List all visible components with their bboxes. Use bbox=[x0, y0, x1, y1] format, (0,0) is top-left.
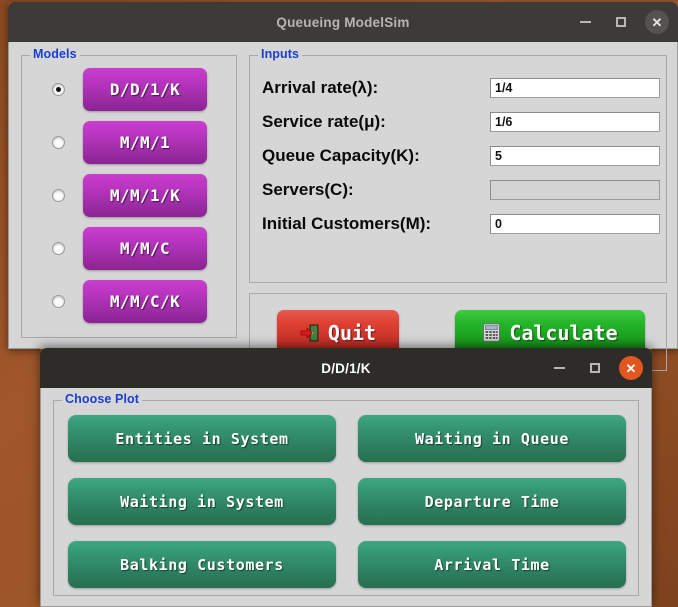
initial-customers-input[interactable] bbox=[490, 214, 660, 234]
main-window-controls: ✕ bbox=[573, 2, 669, 42]
calculator-icon bbox=[482, 323, 501, 342]
model-button-2[interactable]: M/M/1/K bbox=[83, 174, 207, 217]
service-rate-label: Service rate(μ): bbox=[262, 112, 490, 132]
plot-button-departure-time[interactable]: Departure Time bbox=[358, 478, 626, 525]
queue-capacity-label: Queue Capacity(K): bbox=[262, 146, 490, 166]
arrival-rate-label: Arrival rate(λ): bbox=[262, 78, 490, 98]
model-button-4[interactable]: M/M/C/K bbox=[83, 280, 207, 323]
plot-window: D/D/1/K ✕ Choose Plot Entities in System… bbox=[40, 348, 652, 607]
input-row-initial-customers: Initial Customers(M): bbox=[250, 207, 666, 240]
close-icon[interactable]: ✕ bbox=[619, 356, 643, 380]
desktop-background: Queueing ModelSim ✕ Models D/D/1/K M/M/1 bbox=[0, 0, 678, 607]
servers-label: Servers(C): bbox=[262, 180, 490, 200]
choose-plot-groupbox: Choose Plot Entities in System Waiting i… bbox=[53, 400, 639, 596]
input-row-service-rate: Service rate(μ): bbox=[250, 105, 666, 138]
model-row-mm1k: M/M/1/K bbox=[22, 173, 236, 217]
model-button-1[interactable]: M/M/1 bbox=[83, 121, 207, 164]
choose-plot-legend: Choose Plot bbox=[62, 392, 142, 406]
radio-model-1[interactable] bbox=[52, 136, 65, 149]
quit-label: Quit bbox=[328, 321, 376, 345]
model-row-mmck: M/M/C/K bbox=[22, 279, 236, 323]
model-row-ddk: D/D/1/K bbox=[22, 67, 236, 111]
model-button-0[interactable]: D/D/1/K bbox=[83, 68, 207, 111]
minimize-icon[interactable] bbox=[547, 356, 571, 380]
calculate-label: Calculate bbox=[509, 321, 617, 345]
radio-model-3[interactable] bbox=[52, 242, 65, 255]
input-row-servers: Servers(C): bbox=[250, 173, 666, 206]
queue-capacity-input[interactable] bbox=[490, 146, 660, 166]
service-rate-input[interactable] bbox=[490, 112, 660, 132]
arrival-rate-input[interactable] bbox=[490, 78, 660, 98]
model-button-3[interactable]: M/M/C bbox=[83, 227, 207, 270]
plot-button-waiting-in-queue[interactable]: Waiting in Queue bbox=[358, 415, 626, 462]
radio-model-2[interactable] bbox=[52, 189, 65, 202]
model-row-mm1: M/M/1 bbox=[22, 120, 236, 164]
radio-model-4[interactable] bbox=[52, 295, 65, 308]
plot-window-titlebar[interactable]: D/D/1/K ✕ bbox=[40, 348, 652, 388]
main-window-titlebar[interactable]: Queueing ModelSim ✕ bbox=[8, 2, 678, 42]
input-row-arrival-rate: Arrival rate(λ): bbox=[250, 71, 666, 104]
plot-button-balking-customers[interactable]: Balking Customers bbox=[68, 541, 336, 588]
main-window-title: Queueing ModelSim bbox=[276, 15, 409, 30]
plot-window-controls: ✕ bbox=[547, 348, 643, 388]
inputs-groupbox: Inputs Arrival rate(λ): Service rate(μ):… bbox=[249, 55, 667, 283]
input-row-queue-capacity: Queue Capacity(K): bbox=[250, 139, 666, 172]
models-group-legend: Models bbox=[30, 47, 80, 61]
maximize-icon[interactable] bbox=[609, 10, 633, 34]
radio-model-0[interactable] bbox=[52, 83, 65, 96]
maximize-icon[interactable] bbox=[583, 356, 607, 380]
inputs-group-legend: Inputs bbox=[258, 47, 302, 61]
close-icon[interactable]: ✕ bbox=[645, 10, 669, 34]
initial-customers-label: Initial Customers(M): bbox=[262, 214, 490, 234]
model-row-mmc: M/M/C bbox=[22, 226, 236, 270]
plot-button-entities-in-system[interactable]: Entities in System bbox=[68, 415, 336, 462]
minimize-icon[interactable] bbox=[573, 10, 597, 34]
main-window-body: Models D/D/1/K M/M/1 M/M/1/K M/M/C bbox=[8, 42, 678, 349]
plot-window-title: D/D/1/K bbox=[321, 361, 370, 376]
plot-button-arrival-time[interactable]: Arrival Time bbox=[358, 541, 626, 588]
models-groupbox: Models D/D/1/K M/M/1 M/M/1/K M/M/C bbox=[21, 55, 237, 338]
exit-door-icon bbox=[300, 323, 320, 343]
plot-button-waiting-in-system[interactable]: Waiting in System bbox=[68, 478, 336, 525]
queueing-modelsim-window: Queueing ModelSim ✕ Models D/D/1/K M/M/1 bbox=[8, 2, 678, 349]
plot-window-body: Choose Plot Entities in System Waiting i… bbox=[40, 388, 652, 607]
servers-input bbox=[490, 180, 660, 200]
